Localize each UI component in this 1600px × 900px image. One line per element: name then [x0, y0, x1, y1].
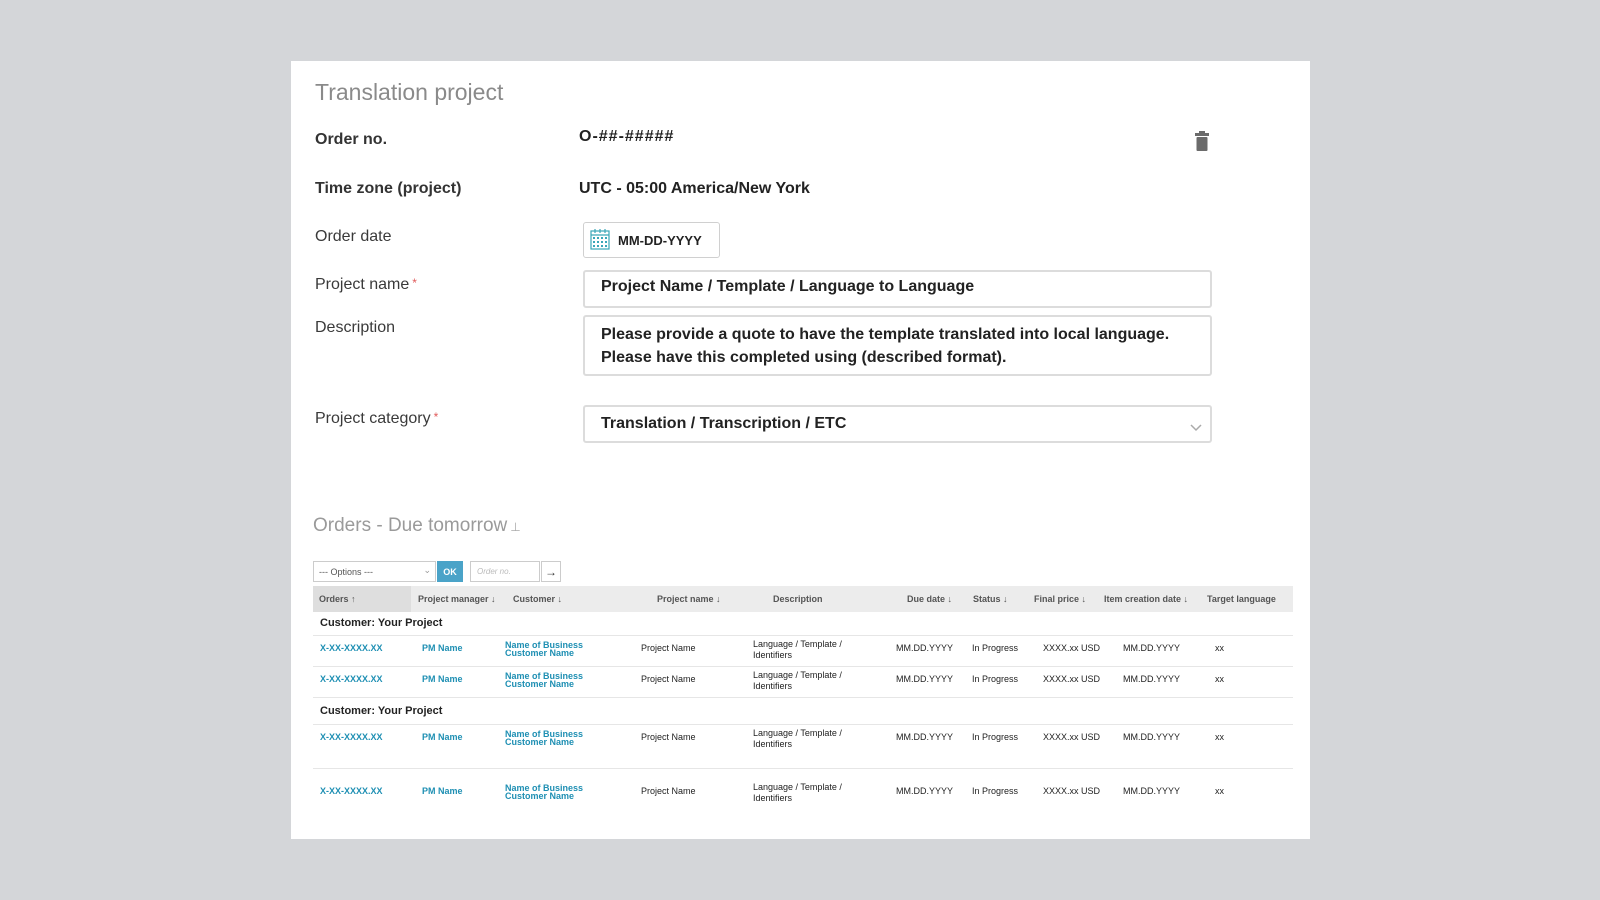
description-label: Description — [315, 319, 396, 336]
col-item-creation-date[interactable]: Item creation date ↓ — [1104, 594, 1188, 604]
creation-date-cell: MM.DD.YYYY — [1123, 786, 1181, 796]
col-customer[interactable]: Customer ↓ — [513, 594, 562, 604]
order-link[interactable]: X-XX-XXXX.XX — [320, 732, 383, 742]
arrow-right-icon[interactable]: → — [541, 561, 561, 582]
row-divider — [313, 768, 1293, 769]
row-divider — [313, 666, 1293, 667]
pin-icon[interactable]: ⊥ — [510, 520, 520, 534]
row-divider — [313, 697, 1293, 698]
customer-link[interactable]: Name of Business Customer Name — [505, 641, 583, 658]
final-price-cell: XXXX.xx USD — [1043, 732, 1101, 742]
description-cell: Language / Template / Identifiers — [753, 782, 842, 803]
status-cell: In Progress — [972, 732, 1019, 742]
status-cell: In Progress — [972, 643, 1019, 653]
status-cell: In Progress — [972, 674, 1019, 684]
options-select[interactable]: --- Options --- ⌄ — [313, 561, 436, 582]
required-mark: * — [433, 410, 439, 424]
target-language-cell: xx — [1215, 674, 1224, 684]
status-cell: In Progress — [972, 786, 1019, 796]
order-link[interactable]: X-XX-XXXX.XX — [320, 643, 383, 653]
group-header: Customer: Your Project — [320, 705, 443, 717]
row-divider — [313, 724, 1293, 725]
col-description: Description — [773, 594, 823, 604]
project-category-value: Translation / Transcription / ETC — [601, 415, 847, 432]
creation-date-cell: MM.DD.YYYY — [1123, 674, 1181, 684]
project-name-cell: Project Name — [641, 674, 696, 684]
order-no-value: O-##-##### — [579, 128, 675, 145]
pm-link[interactable]: PM Name — [422, 643, 463, 653]
chevron-down-icon: ⌄ — [423, 565, 431, 575]
customer-link[interactable]: Name of Business Customer Name — [505, 784, 583, 801]
final-price-cell: XXXX.xx USD — [1043, 674, 1101, 684]
description-textarea[interactable]: Please provide a quote to have the templ… — [583, 315, 1212, 376]
project-name-cell: Project Name — [641, 732, 696, 742]
order-link[interactable]: X-XX-XXXX.XX — [320, 786, 383, 796]
customer-link[interactable]: Name of Business Customer Name — [505, 672, 583, 689]
project-name-input[interactable]: Project Name / Template / Language to La… — [583, 270, 1212, 308]
description-cell: Language / Template / Identifiers — [753, 639, 842, 660]
due-date-cell: MM.DD.YYYY — [896, 643, 954, 653]
col-due-date[interactable]: Due date ↓ — [907, 594, 952, 604]
col-status[interactable]: Status ↓ — [973, 594, 1008, 604]
final-price-cell: XXXX.xx USD — [1043, 786, 1101, 796]
creation-date-cell: MM.DD.YYYY — [1123, 732, 1181, 742]
timezone-value: UTC - 05:00 America/New York — [579, 180, 810, 197]
final-price-cell: XXXX.xx USD — [1043, 643, 1101, 653]
order-date-label: Order date — [315, 228, 392, 245]
order-no-label: Order no. — [315, 131, 388, 148]
pm-link[interactable]: PM Name — [422, 732, 463, 742]
col-project-name[interactable]: Project name ↓ — [657, 594, 721, 604]
project-card: Translation project Order no. O-##-#####… — [291, 61, 1310, 839]
required-mark: * — [412, 276, 417, 290]
target-language-cell: xx — [1215, 786, 1224, 796]
description-cell: Language / Template / Identifiers — [753, 670, 842, 691]
target-language-cell: xx — [1215, 643, 1224, 653]
project-name-cell: Project Name — [641, 643, 696, 653]
page-title: Translation project — [315, 79, 504, 105]
row-divider — [313, 635, 1293, 636]
orders-section-title: Orders - Due tomorrow ⊥ — [313, 515, 521, 536]
due-date-cell: MM.DD.YYYY — [896, 732, 954, 742]
chevron-down-icon — [1190, 419, 1202, 437]
due-date-cell: MM.DD.YYYY — [896, 674, 954, 684]
col-orders[interactable]: Orders ↑ — [313, 586, 411, 612]
pm-link[interactable]: PM Name — [422, 674, 463, 684]
calendar-icon — [590, 228, 610, 253]
order-link[interactable]: X-XX-XXXX.XX — [320, 674, 383, 684]
project-name-label: Project name * — [315, 276, 417, 293]
customer-link[interactable]: Name of Business Customer Name — [505, 730, 583, 747]
description-cell: Language / Template / Identifiers — [753, 728, 842, 749]
col-final-price[interactable]: Final price ↓ — [1034, 594, 1086, 604]
col-project-manager[interactable]: Project manager ↓ — [418, 594, 496, 604]
timezone-label: Time zone (project) — [315, 180, 462, 197]
due-date-cell: MM.DD.YYYY — [896, 786, 954, 796]
pm-link[interactable]: PM Name — [422, 786, 463, 796]
target-language-cell: xx — [1215, 732, 1224, 742]
order-date-picker[interactable]: MM-DD-YYYY — [583, 222, 720, 258]
group-header: Customer: Your Project — [320, 617, 443, 629]
trash-icon[interactable] — [1194, 131, 1210, 151]
col-target-language: Target language — [1207, 594, 1276, 604]
orders-table-header: Orders ↑ Project manager ↓ Customer ↓ Pr… — [313, 586, 1293, 612]
project-category-select[interactable]: Translation / Transcription / ETC — [583, 405, 1212, 443]
order-date-value: MM-DD-YYYY — [618, 232, 702, 248]
order-no-search-input[interactable]: Order no. — [470, 561, 540, 582]
project-name-cell: Project Name — [641, 786, 696, 796]
ok-button[interactable]: OK — [437, 561, 463, 582]
creation-date-cell: MM.DD.YYYY — [1123, 643, 1181, 653]
project-category-label: Project category * — [315, 410, 439, 427]
